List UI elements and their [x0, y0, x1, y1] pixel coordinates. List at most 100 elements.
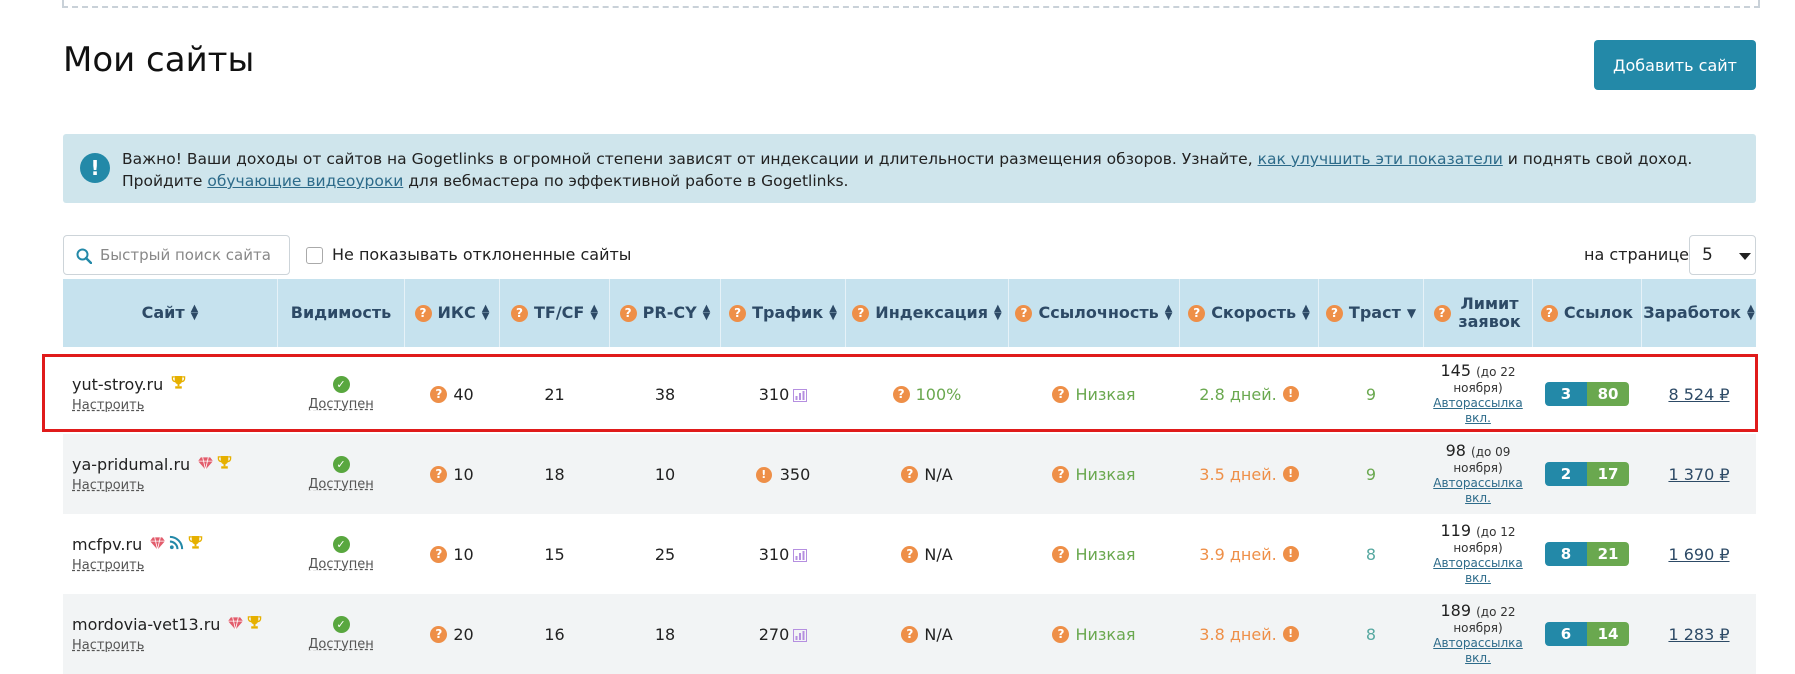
help-icon[interactable]: ?	[1052, 545, 1070, 563]
per-page-value: 5	[1702, 245, 1713, 265]
help-icon[interactable]: ?	[1015, 304, 1033, 322]
autosend-status-link[interactable]: вкл.	[1465, 571, 1491, 586]
highlighted-row-frame	[42, 354, 1758, 432]
sort-icon: ▲ ▼	[1747, 303, 1755, 322]
improve-metrics-link[interactable]: как улучшить эти показатели	[1258, 150, 1503, 168]
search-icon	[76, 248, 92, 264]
trophy-icon	[247, 615, 262, 630]
trust-value: 9	[1365, 464, 1377, 484]
check-icon: ✓	[332, 536, 350, 553]
add-site-button[interactable]: Добавить сайт	[1594, 40, 1756, 90]
check-icon: ✓	[332, 616, 350, 633]
visibility-status-link[interactable]: Доступен	[308, 477, 374, 492]
limit-value: 119	[1440, 520, 1472, 540]
linkiness-cell: ? Низкая	[1009, 514, 1179, 594]
col-visibility: Видимость	[278, 279, 404, 347]
visibility-status-link[interactable]: Доступен	[308, 637, 374, 652]
help-icon[interactable]: ?	[1052, 625, 1070, 643]
linkiness-value: Низкая	[1075, 624, 1136, 644]
links-total-count: 21	[1587, 542, 1629, 566]
trust-cell: 8	[1319, 594, 1423, 674]
search-input[interactable]	[100, 244, 280, 266]
warning-icon[interactable]: !	[1282, 466, 1299, 482]
speed-cell: 3.8 дней.!	[1180, 594, 1318, 674]
autosend-status-link[interactable]: вкл.	[1465, 651, 1491, 666]
col-site[interactable]: Сайт ▲ ▼	[63, 279, 277, 347]
autosend-link[interactable]: Авторассылка	[1433, 636, 1523, 651]
autosend-status-link[interactable]: вкл.	[1465, 491, 1491, 506]
help-icon[interactable]: ?	[1188, 304, 1206, 322]
bar-chart-icon[interactable]	[793, 628, 808, 642]
hide-rejected-checkbox[interactable]	[306, 247, 323, 264]
linkiness-cell: ? Низкая	[1009, 434, 1179, 514]
col-visibility-label: Видимость	[290, 303, 392, 322]
help-icon[interactable]: ?	[430, 545, 448, 563]
help-icon[interactable]: ?	[1540, 304, 1558, 322]
help-icon[interactable]: ?	[1325, 304, 1343, 322]
sort-icon: ▲ ▼	[1302, 303, 1310, 322]
warning-icon[interactable]: !	[755, 467, 772, 483]
help-icon[interactable]: ?	[729, 304, 747, 322]
links-count-badge[interactable]: 8 21	[1545, 542, 1629, 566]
limit-until-month: ноября)	[1453, 540, 1503, 555]
col-linkiness[interactable]: ? Ссылочность ▲ ▼	[1009, 279, 1179, 347]
prcy-cell: 10	[610, 434, 720, 514]
col-speed-label: Скорость	[1211, 303, 1297, 322]
site-search[interactable]	[63, 235, 290, 275]
col-earned[interactable]: Заработок ▲ ▼	[1642, 279, 1756, 347]
help-icon[interactable]: ?	[1433, 304, 1451, 322]
limit-cell: 189 (до 22 ноября) Авторассылка вкл.	[1424, 594, 1532, 674]
site-name[interactable]: mcfpv.ru	[72, 535, 142, 554]
speed-value: 3.5 дней.	[1199, 464, 1277, 484]
help-icon[interactable]: ?	[619, 304, 637, 322]
links-count-badge[interactable]: 6 14	[1545, 622, 1629, 646]
setup-link[interactable]: Настроить	[72, 558, 203, 573]
col-speed[interactable]: ? Скорость ▲ ▼	[1180, 279, 1318, 347]
help-icon[interactable]: ?	[852, 304, 870, 322]
traffic-value: 350	[779, 464, 811, 484]
setup-link[interactable]: Настроить	[72, 478, 232, 493]
col-tfcf[interactable]: ? TF/CF ▲ ▼	[500, 279, 609, 347]
earned-link[interactable]: 1 690 ₽	[1668, 545, 1729, 564]
col-trust[interactable]: ? Траст ▼	[1319, 279, 1423, 347]
warning-icon[interactable]: !	[1282, 546, 1299, 562]
col-prcy[interactable]: ? PR-CY ▲ ▼	[610, 279, 720, 347]
earned-link[interactable]: 1 370 ₽	[1668, 465, 1729, 484]
indexation-value: N/A	[924, 464, 953, 484]
help-icon[interactable]: ?	[1052, 465, 1070, 483]
visibility-status-link[interactable]: Доступен	[308, 557, 374, 572]
site-name[interactable]: mordovia-vet13.ru	[72, 615, 220, 634]
col-indexation[interactable]: ? Индексация ▲ ▼	[846, 279, 1008, 347]
col-traffic[interactable]: ? Трафик ▲ ▼	[721, 279, 845, 347]
col-iks[interactable]: ? ИКС ▲ ▼	[405, 279, 499, 347]
autosend-link[interactable]: Авторассылка	[1433, 476, 1523, 491]
traffic-value: 310	[758, 544, 790, 564]
setup-link[interactable]: Настроить	[72, 638, 262, 653]
help-icon[interactable]: ?	[901, 465, 919, 483]
site-name[interactable]: ya-pridumal.ru	[72, 455, 190, 474]
video-lessons-link[interactable]: обучающие видеоуроки	[207, 172, 403, 190]
info-notice: ! Важно! Ваши доходы от сайтов на Gogetl…	[63, 134, 1756, 203]
linkiness-cell: ? Низкая	[1009, 594, 1179, 674]
help-icon[interactable]: ?	[510, 304, 528, 322]
help-icon[interactable]: ?	[430, 625, 448, 643]
iks-value: 10	[453, 464, 474, 484]
links-placed-count: 8	[1545, 542, 1587, 566]
links-count-badge[interactable]: 2 17	[1545, 462, 1629, 486]
warning-icon[interactable]: !	[1282, 626, 1299, 642]
table-row: mordovia-vet13.ru Настроить ✓ Доступен ?…	[63, 594, 1756, 674]
earned-link[interactable]: 1 283 ₽	[1668, 625, 1729, 644]
help-icon[interactable]: ?	[901, 625, 919, 643]
per-page-label: на странице	[1584, 245, 1690, 264]
check-icon: ✓	[332, 456, 350, 473]
help-icon[interactable]: ?	[901, 545, 919, 563]
help-icon[interactable]: ?	[430, 465, 448, 483]
speed-value: 3.8 дней.	[1199, 624, 1277, 644]
iks-value: 10	[453, 544, 474, 564]
col-indexation-label: Индексация	[875, 303, 988, 322]
per-page-select[interactable]: 5	[1689, 235, 1756, 275]
help-icon[interactable]: ?	[414, 304, 432, 322]
autosend-link[interactable]: Авторассылка	[1433, 556, 1523, 571]
bar-chart-icon[interactable]	[793, 548, 808, 562]
links-total-count: 14	[1587, 622, 1629, 646]
